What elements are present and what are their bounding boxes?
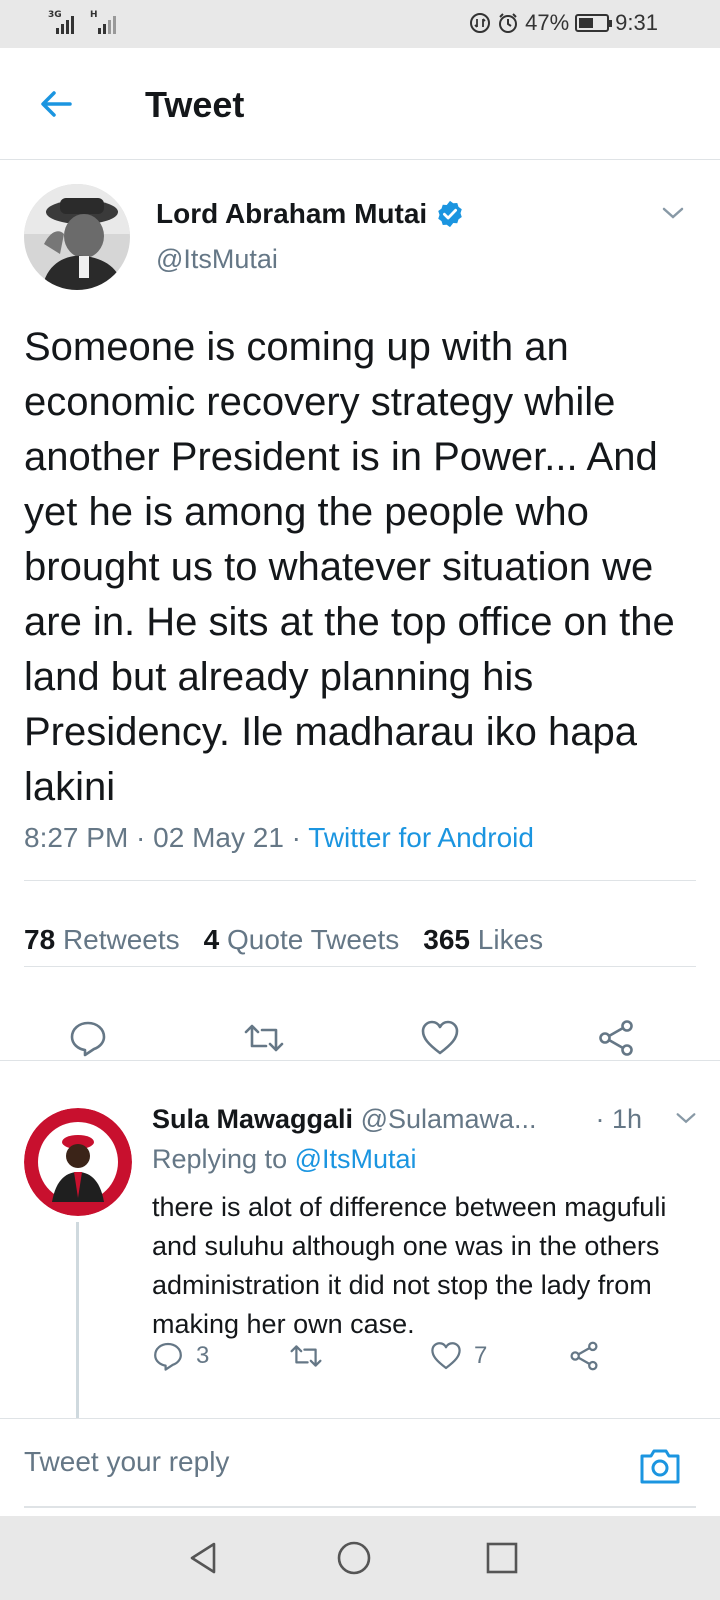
replying-to: Replying to @ItsMutai	[152, 1144, 417, 1175]
retweets-count: 78	[24, 924, 56, 955]
author-handle[interactable]: @ItsMutai	[156, 244, 278, 275]
triangle-back-icon	[190, 1542, 216, 1574]
square-recents-icon	[486, 1542, 518, 1574]
quotes-label: Quote Tweets	[227, 924, 400, 955]
battery-icon	[575, 14, 613, 32]
quotes-stat[interactable]: 4 Quote Tweets	[204, 924, 400, 956]
reply-author-avatar[interactable]	[24, 1108, 132, 1216]
reply-reply-count: 3	[196, 1342, 210, 1369]
chevron-down-icon	[676, 1113, 696, 1124]
heart-icon	[431, 1342, 461, 1370]
verified-badge-icon	[438, 200, 462, 228]
reply-actions: 3 7	[0, 1340, 720, 1390]
retweet-icon	[244, 1024, 284, 1052]
tweet-stats: 78 Retweets 4 Quote Tweets 365 Likes	[24, 924, 543, 956]
status-bar: 3G H 47% 9:31	[0, 0, 720, 48]
nav-home-button[interactable]	[332, 1536, 376, 1580]
alarm-icon	[497, 12, 519, 34]
reply-like-button[interactable]: 7	[430, 1340, 487, 1372]
clock: 9:31	[615, 10, 658, 35]
reply-like-count: 7	[474, 1342, 488, 1369]
divider	[0, 1060, 720, 1061]
retweets-stat[interactable]: 78 Retweets	[24, 924, 180, 956]
data-saver-icon	[469, 12, 491, 34]
reply-input[interactable]: Tweet your reply	[24, 1446, 229, 1478]
reply-timestamp: · 1h	[595, 1104, 642, 1134]
heart-icon	[421, 1020, 459, 1055]
page-title: Tweet	[145, 84, 245, 125]
reply-input-underline	[24, 1506, 696, 1508]
back-button[interactable]	[30, 78, 82, 130]
replying-to-mention[interactable]: @ItsMutai	[295, 1144, 417, 1174]
reply-icon	[154, 1342, 182, 1371]
reply-reply-button[interactable]: 3	[152, 1340, 209, 1372]
divider	[24, 966, 696, 967]
signal-h-icon: H	[90, 10, 118, 34]
nav-back-button[interactable]	[182, 1536, 226, 1580]
tweet-text: Someone is coming up with an economic re…	[24, 325, 675, 809]
signal-3g-icon: 3G	[48, 10, 76, 34]
tweet-timestamp: 8:27 PM · 02 May 21 · Twitter for Androi…	[24, 822, 534, 854]
retweet-icon	[290, 1345, 322, 1367]
divider	[24, 880, 696, 881]
likes-count: 365	[423, 924, 470, 955]
share-icon	[599, 1020, 633, 1056]
app-header: Tweet	[0, 48, 720, 160]
likes-stat[interactable]: 365 Likes	[423, 924, 543, 956]
share-button[interactable]	[588, 1010, 644, 1066]
likes-label: Likes	[477, 924, 544, 955]
author-name[interactable]: Lord Abraham Mutai	[156, 198, 465, 230]
reply-menu-button[interactable]	[674, 1106, 698, 1135]
author-name-text: Lord Abraham Mutai	[156, 198, 428, 229]
tweet-menu-button[interactable]	[660, 200, 686, 231]
reply-author-name: Sula Mawaggali	[152, 1104, 354, 1134]
chevron-down-icon	[662, 207, 684, 219]
tweet-actions	[0, 1010, 720, 1074]
reply-button[interactable]	[60, 1010, 116, 1066]
signal-h-label: H	[90, 10, 98, 20]
reply-text: there is alot of difference between magu…	[152, 1192, 667, 1339]
nav-recents-button[interactable]	[480, 1536, 524, 1580]
like-button[interactable]	[412, 1010, 468, 1066]
camera-button[interactable]	[638, 1444, 682, 1488]
retweet-button[interactable]	[236, 1010, 292, 1066]
replying-to-prefix: Replying to	[152, 1144, 295, 1174]
reply-author-handle: @Sulamawa...	[360, 1104, 537, 1134]
tweet-source-link[interactable]: Twitter for Android	[308, 822, 534, 853]
reply-icon	[70, 1021, 106, 1057]
retweets-label: Retweets	[62, 924, 180, 955]
author-avatar[interactable]	[24, 184, 130, 290]
reply-composer: Tweet your reply	[0, 1418, 720, 1516]
circle-home-icon	[337, 1541, 371, 1575]
quotes-count: 4	[203, 924, 220, 955]
battery-percent: 47%	[525, 10, 570, 35]
reply-retweet-button[interactable]	[288, 1340, 324, 1372]
camera-icon	[640, 1449, 680, 1484]
reply-tweet[interactable]: Sula Mawaggali @Sulamawa... · 1h Replyin…	[0, 1082, 720, 1418]
tweet-time: 8:27 PM · 02 May 21 ·	[24, 822, 309, 853]
share-icon	[570, 1341, 598, 1371]
system-nav-bar	[0, 1516, 720, 1600]
arrow-left-icon	[41, 91, 72, 117]
reply-share-button[interactable]	[568, 1340, 600, 1372]
